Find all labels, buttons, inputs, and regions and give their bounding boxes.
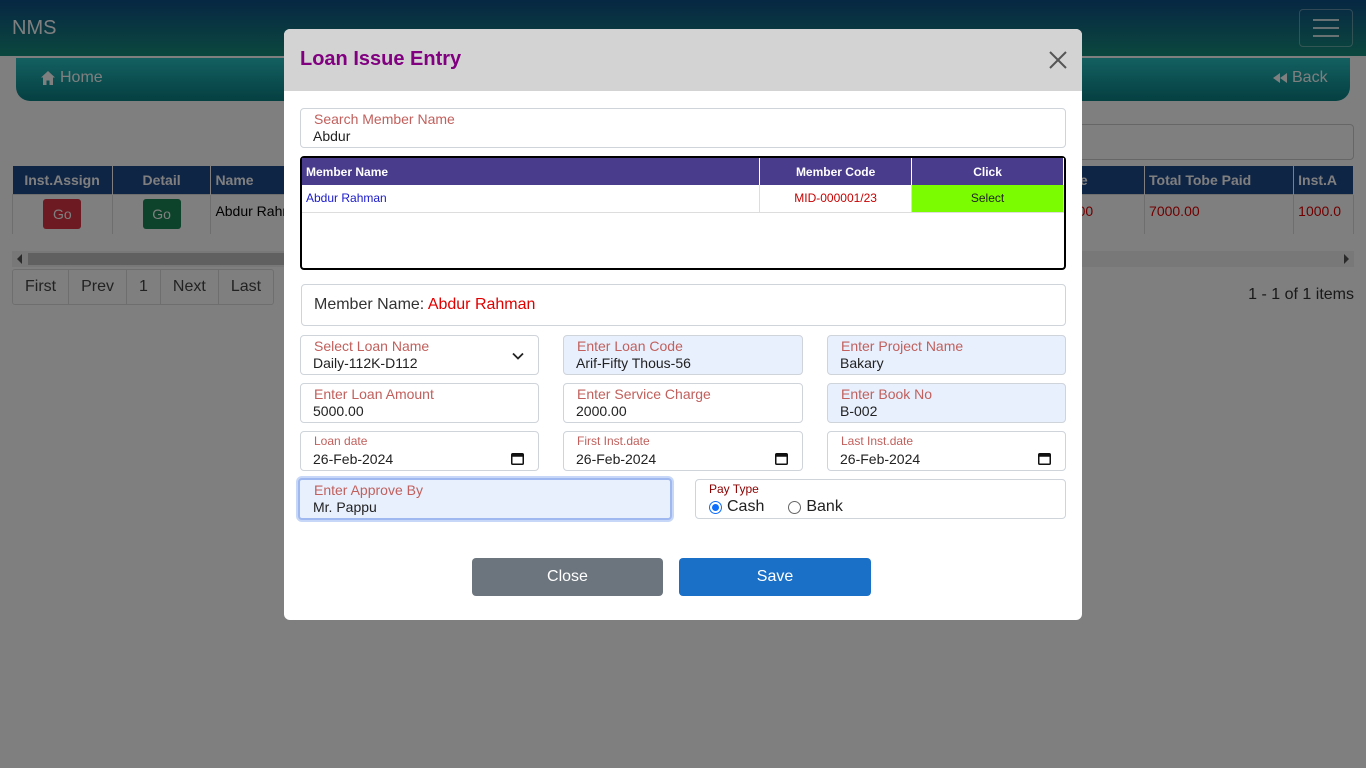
project-name-label: Enter Project Name [841,338,964,354]
last-inst-date-input[interactable]: 26-Feb-2024 [840,451,920,467]
loan-date-input[interactable]: 26-Feb-2024 [313,451,393,467]
cash-radio[interactable] [709,500,722,514]
search-member-field[interactable]: Search Member Name Abdur [300,108,1066,148]
member-table-header: Member Name Member Code Click [302,158,1064,185]
member-results-table: Member Name Member Code Click Abdur Rahm… [300,156,1066,270]
loan-name-value: Daily-112K-D112 [313,355,418,371]
selected-member-display: Member Name: Abdur Rahman [301,284,1066,326]
loan-amount-label: Enter Loan Amount [314,386,434,402]
close-button[interactable]: Close [472,558,663,596]
bank-label[interactable]: Bank [806,498,842,516]
first-inst-date-input[interactable]: 26-Feb-2024 [576,451,656,467]
pay-type-group: Pay Type Cash Bank [695,479,1066,519]
loan-date-label: Loan date [314,434,368,448]
project-name-field[interactable]: Enter Project Name Bakary [827,335,1066,375]
col-click: Click [911,158,1064,185]
member-name-cell: Abdur Rahman [302,185,761,213]
pay-type-label: Pay Type [709,482,759,496]
approve-by-label: Enter Approve By [314,482,423,498]
calendar-icon[interactable] [1038,452,1051,465]
save-button[interactable]: Save [679,558,871,596]
pay-type-options: Cash Bank [709,498,843,516]
last-inst-date-field[interactable]: Last Inst.date 26-Feb-2024 [827,431,1066,471]
loan-name-label: Select Loan Name [314,338,430,354]
first-inst-date-label: First Inst.date [577,434,650,448]
search-member-label: Search Member Name [314,111,455,127]
calendar-icon[interactable] [511,452,524,465]
modal-header: Loan Issue Entry [284,29,1082,91]
book-no-label: Enter Book No [841,386,933,402]
loan-code-input[interactable]: Arif-Fifty Thous-56 [576,355,691,371]
loan-name-select[interactable]: Select Loan Name Daily-112K-D112 [300,335,539,375]
loan-code-field[interactable]: Enter Loan Code Arif-Fifty Thous-56 [563,335,803,375]
calendar-icon[interactable] [775,452,788,465]
select-member-button[interactable]: Select [911,185,1064,213]
cash-label[interactable]: Cash [727,498,764,516]
col-member-code: Member Code [759,158,913,185]
loan-issue-modal: Loan Issue Entry Search Member Name Abdu… [284,29,1082,620]
book-no-input[interactable]: B-002 [840,403,877,419]
modal-title: Loan Issue Entry [300,48,462,70]
table-row: Abdur Rahman MID-000001/23 Select [302,185,1064,213]
member-code-cell: MID-000001/23 [759,185,913,213]
chevron-down-icon [512,352,524,360]
loan-amount-input[interactable]: 5000.00 [313,403,364,419]
loan-code-label: Enter Loan Code [577,338,683,354]
loan-date-field[interactable]: Loan date 26-Feb-2024 [300,431,539,471]
member-name-key: Member Name: [314,296,425,313]
last-inst-date-label: Last Inst.date [841,434,914,448]
service-charge-input[interactable]: 2000.00 [576,403,627,419]
approve-by-field[interactable]: Enter Approve By Mr. Pappu [298,478,672,520]
book-no-field[interactable]: Enter Book No B-002 [827,383,1066,423]
service-charge-label: Enter Service Charge [577,386,711,402]
service-charge-field[interactable]: Enter Service Charge 2000.00 [563,383,803,423]
search-member-input[interactable]: Abdur [313,128,350,144]
member-name-value: Abdur Rahman [427,296,536,313]
bank-radio[interactable] [788,500,802,514]
approve-by-input[interactable]: Mr. Pappu [313,499,377,515]
col-member-name: Member Name [302,158,761,185]
close-icon[interactable] [1048,50,1068,70]
project-name-input[interactable]: Bakary [840,355,884,371]
loan-amount-field[interactable]: Enter Loan Amount 5000.00 [300,383,539,423]
member-name-label: Member Name: Abdur Rahman [314,296,535,314]
first-inst-date-field[interactable]: First Inst.date 26-Feb-2024 [563,431,803,471]
